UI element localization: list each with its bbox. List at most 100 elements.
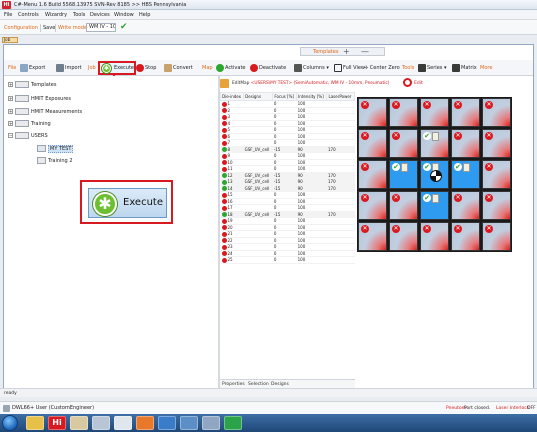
wafer-die[interactable]: ✕ <box>389 191 418 220</box>
tree-node-hmit-exposures[interactable]: + HMIT Exposures <box>8 95 71 102</box>
window-taskbar-icon[interactable] <box>114 416 132 430</box>
wafer-die[interactable]: ✕ <box>389 129 418 158</box>
wafer-die[interactable]: ✔ <box>451 160 480 189</box>
convert-label: Convert <box>173 65 193 71</box>
convert-button[interactable]: Convert <box>164 63 193 73</box>
wafer-die[interactable]: ✕ <box>451 98 480 127</box>
tree-node-users[interactable]: − USERS <box>8 132 48 139</box>
menu-wizardry[interactable]: Wizardry <box>45 12 67 18</box>
remove-template-icon[interactable]: — <box>361 47 369 56</box>
expand-icon[interactable]: + <box>8 109 13 114</box>
wafer-die[interactable]: ✕ <box>420 222 449 251</box>
collapse-icon[interactable]: − <box>8 133 13 138</box>
system-tray[interactable] <box>470 418 506 428</box>
app-taskbar-icon[interactable] <box>202 416 220 430</box>
power-cell[interactable] <box>326 256 355 264</box>
intensity-cell[interactable]: 100 <box>296 256 327 264</box>
menu-help[interactable]: Help <box>139 12 150 18</box>
wafer-die[interactable]: ✔ <box>420 129 449 158</box>
hi-app-taskbar-icon[interactable]: Hi <box>48 416 66 430</box>
menu-tools[interactable]: Tools <box>73 12 85 18</box>
wafer-die[interactable]: ✕ <box>482 129 511 158</box>
menu-devices[interactable]: Devices <box>90 12 110 18</box>
table-row[interactable]: 25 0 100 <box>220 256 355 264</box>
export-button[interactable]: Export <box>20 63 45 73</box>
columns-button[interactable]: Columns ▾ <box>294 63 329 73</box>
tree-node-my-test[interactable]: MY TEST <box>37 145 74 153</box>
app-taskbar-icon[interactable] <box>180 416 198 430</box>
tab-properties[interactable]: Properties <box>222 382 245 387</box>
job-tab[interactable]: Job <box>2 37 18 43</box>
design-cell[interactable]: GSF_UV_cell <box>243 178 273 186</box>
tool-taskbar-icon[interactable] <box>92 416 110 430</box>
stop-button[interactable]: Stop <box>136 63 156 73</box>
design-cell[interactable]: GSF_UV_cell <box>243 211 273 218</box>
full-view-button[interactable]: Full View <box>334 63 365 73</box>
expand-icon[interactable]: + <box>8 121 13 126</box>
activate-button[interactable]: Activate <box>216 63 246 73</box>
wafer-die[interactable]: ✕ <box>389 222 418 251</box>
tree-node-training-2[interactable]: Training 2 <box>37 157 73 164</box>
edit-button[interactable]: Edit <box>414 81 423 86</box>
user-label[interactable]: DWL66+ User (CustomEngineer) <box>12 405 94 411</box>
folder-taskbar-icon[interactable] <box>70 416 88 430</box>
refresh-icon[interactable] <box>403 78 412 87</box>
import-button[interactable]: Import <box>56 63 82 73</box>
design-cell[interactable]: GSF_UV_cell <box>243 172 273 179</box>
wafer-die[interactable]: ✕ <box>389 98 418 127</box>
save-button[interactable]: Save <box>43 25 55 31</box>
tree-node-templates[interactable]: + Templates <box>8 81 56 88</box>
column-header[interactable]: LaserPower <box>326 92 355 101</box>
expand-icon[interactable]: + <box>8 96 13 101</box>
menu-controls[interactable]: Controls <box>18 12 39 18</box>
write-mode-select[interactable]: WM IV - 10mm <box>86 23 116 32</box>
tree-node-hmit-measurements[interactable]: + HMIT Measurements <box>8 108 82 115</box>
tab-designs[interactable]: Designs <box>271 382 289 387</box>
column-header[interactable]: Intensity [%] <box>296 92 328 101</box>
focus-cell[interactable]: 0 <box>272 256 297 264</box>
tab-selection[interactable]: Selection <box>248 382 269 387</box>
wafer-die[interactable]: ✕ <box>451 191 480 220</box>
start-button-icon[interactable] <box>2 415 18 431</box>
design-cell[interactable]: GSF_UV_cell <box>243 146 273 153</box>
wafer-die[interactable]: ✕ <box>482 222 511 251</box>
design-cell[interactable]: GSF_UV_cell <box>243 185 273 192</box>
center-zero-button[interactable]: ✛ Center Zero <box>364 63 400 73</box>
configuration-button[interactable]: Configuration <box>4 25 38 31</box>
app-taskbar-icon[interactable] <box>224 416 242 430</box>
menu-file[interactable]: File <box>4 12 12 18</box>
column-header[interactable]: Focus [%] <box>272 92 298 101</box>
wafer-die[interactable]: ✕ <box>482 98 511 127</box>
wafer-die[interactable]: ✔ <box>420 191 449 220</box>
wafer-die[interactable]: ✕ <box>358 191 387 220</box>
wafer-die[interactable]: ✕ <box>482 160 511 189</box>
column-header[interactable]: Designs <box>243 92 274 101</box>
wafer-die[interactable]: ✕ <box>420 98 449 127</box>
wafer-die[interactable]: ✕ <box>451 222 480 251</box>
firefox-taskbar-icon[interactable] <box>136 416 154 430</box>
die-index: 21 <box>227 231 233 236</box>
deactivate-button[interactable]: Deactivate <box>250 63 286 73</box>
wafer-die[interactable]: ✕ <box>358 160 387 189</box>
execute-button[interactable]: ✱ Execute <box>98 61 136 75</box>
column-header[interactable]: Die-index <box>219 92 245 101</box>
tree-node-training[interactable]: + Training <box>8 120 51 127</box>
apply-check-icon[interactable]: ✔ <box>120 22 129 32</box>
wafer-die[interactable]: ✔ <box>389 160 418 189</box>
wafer-die[interactable]: ✕ <box>358 98 387 127</box>
expand-icon[interactable]: + <box>8 82 13 87</box>
matrix-button[interactable]: Matrix <box>452 63 477 73</box>
inactive-x-icon <box>221 225 227 230</box>
wafer-die[interactable]: ✕ <box>482 191 511 220</box>
ie-taskbar-icon[interactable] <box>158 416 176 430</box>
design-cell[interactable] <box>243 256 273 264</box>
explorer-taskbar-icon[interactable] <box>26 416 44 430</box>
wafer-die[interactable]: ✔ <box>420 160 449 189</box>
add-template-icon[interactable]: + <box>343 47 350 56</box>
menu-window[interactable]: Window <box>114 12 134 18</box>
wafer-die[interactable]: ✕ <box>358 222 387 251</box>
wafer-die[interactable]: ✕ <box>451 129 480 158</box>
series-button[interactable]: Series ▾ <box>418 63 447 73</box>
wafer-die[interactable]: ✕ <box>358 129 387 158</box>
templates-label[interactable]: Templates <box>313 49 338 55</box>
